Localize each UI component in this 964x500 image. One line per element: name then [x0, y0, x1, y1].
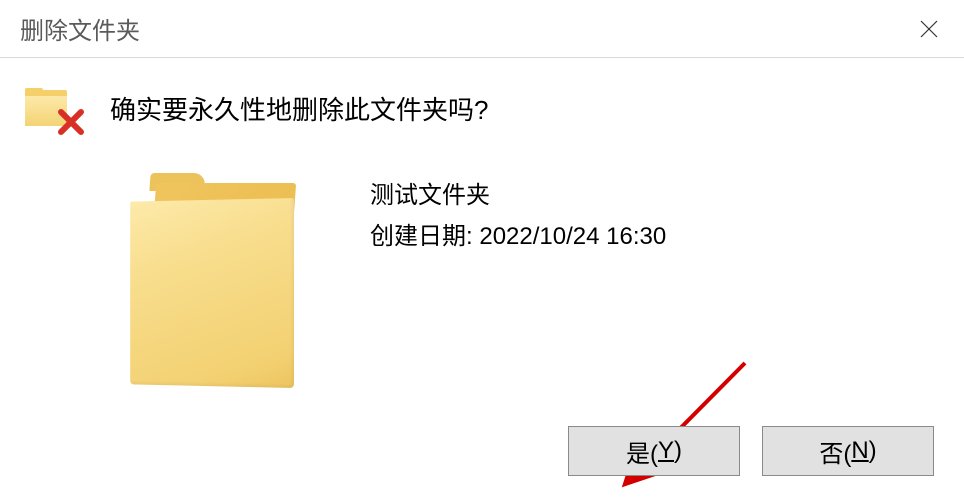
folder-icon [120, 173, 320, 398]
folder-date-label: 创建日期: 2022/10/24 16:30 [370, 216, 666, 251]
dialog-title: 删除文件夹 [20, 11, 140, 46]
close-button[interactable] [894, 0, 964, 58]
no-button[interactable]: 否(N) [762, 426, 934, 476]
delete-x-icon [57, 108, 85, 136]
confirmation-question: 确实要永久性地删除此文件夹吗? [110, 90, 488, 127]
button-bar: 是(Y) 否(N) [568, 426, 934, 476]
question-row: 确实要永久性地删除此文件夹吗? [25, 88, 964, 138]
close-icon [919, 19, 939, 39]
folder-info: 测试文件夹 创建日期: 2022/10/24 16:30 [370, 175, 666, 251]
yes-button[interactable]: 是(Y) [568, 426, 740, 476]
folder-name-label: 测试文件夹 [370, 175, 666, 210]
title-bar: 删除文件夹 [0, 0, 964, 58]
folder-details-row: 测试文件夹 创建日期: 2022/10/24 16:30 [120, 173, 964, 398]
dialog-content: 确实要永久性地删除此文件夹吗? 测试文件夹 创建日期: 2022/10/24 1… [0, 58, 964, 398]
folder-delete-icon [25, 88, 80, 138]
